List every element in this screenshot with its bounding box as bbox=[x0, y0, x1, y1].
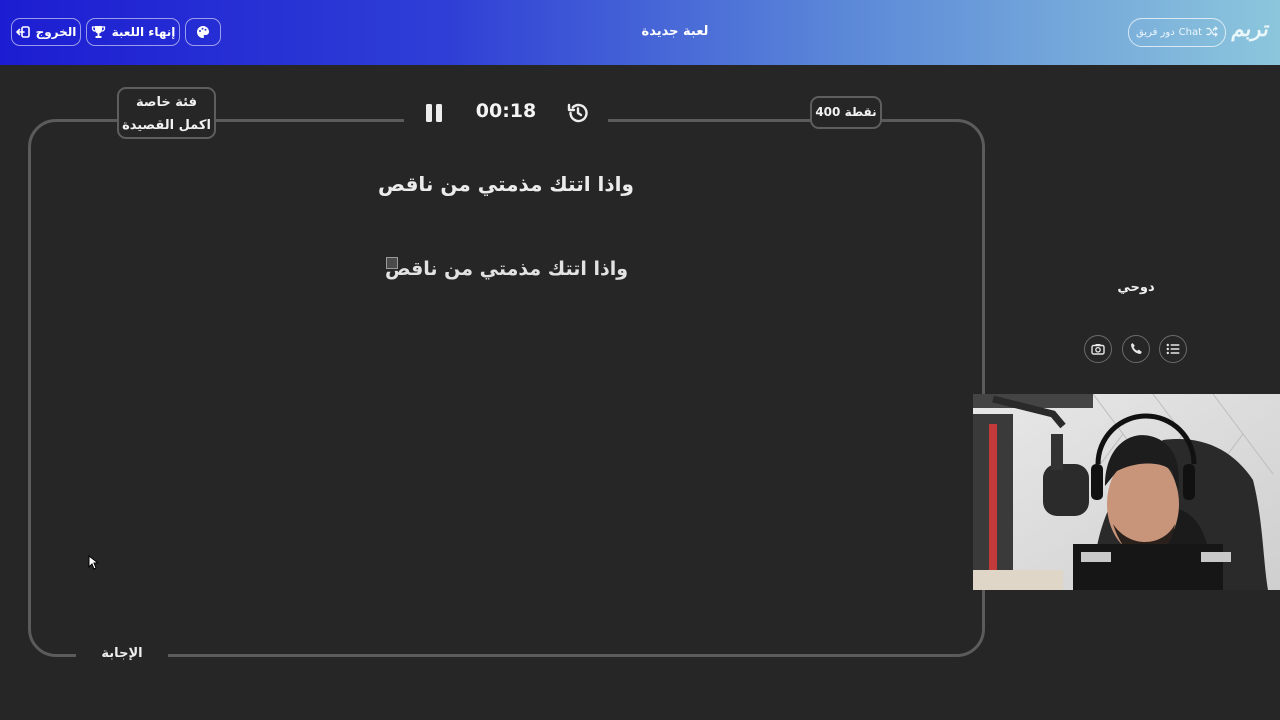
top-bar: الخروج إنهاء اللعبة لعبة جديدة دور فريق … bbox=[0, 0, 1280, 65]
end-game-label: إنهاء اللعبة bbox=[111, 25, 176, 39]
broken-image-icon bbox=[386, 257, 398, 269]
question-image: واذا اتتك مذمتي من ناقص bbox=[384, 254, 629, 284]
camera-switch-button[interactable] bbox=[1084, 335, 1112, 363]
end-game-button[interactable]: إنهاء اللعبة bbox=[86, 18, 180, 46]
category-badge: فئة خاصة اكمل القصيدة bbox=[117, 87, 216, 139]
list-icon bbox=[1166, 340, 1180, 359]
question-board bbox=[28, 119, 985, 657]
app-logo: تربم bbox=[1230, 16, 1272, 41]
exit-label: الخروج bbox=[35, 25, 77, 39]
timer: 00:18 bbox=[475, 100, 537, 122]
question-text: واذا اتتك مذمتي من ناقص bbox=[378, 172, 634, 196]
team-turn-button[interactable]: دور فريق Chat bbox=[1128, 18, 1226, 47]
category-name: اكمل القصيدة bbox=[122, 118, 211, 133]
call-button[interactable] bbox=[1122, 335, 1150, 363]
answer-button[interactable]: الإجابة bbox=[78, 646, 166, 661]
shuffle-icon bbox=[1206, 25, 1218, 40]
phone-icon bbox=[1130, 340, 1143, 359]
list-button[interactable] bbox=[1159, 335, 1187, 363]
webcam-video bbox=[973, 394, 1280, 590]
exit-button[interactable]: الخروج bbox=[11, 18, 81, 46]
pause-icon bbox=[424, 104, 444, 127]
team-name: Chat bbox=[1178, 27, 1203, 38]
category-type: فئة خاصة bbox=[136, 95, 197, 110]
mouse-cursor bbox=[88, 554, 100, 574]
team-turn-label: دور فريق bbox=[1135, 27, 1175, 38]
pause-button[interactable] bbox=[424, 103, 444, 127]
history-icon bbox=[566, 103, 590, 129]
page-title: لعبة جديدة bbox=[641, 24, 709, 39]
palette-icon bbox=[196, 25, 210, 39]
player-name: دوحي bbox=[1117, 280, 1155, 295]
question-image-alt: واذا اتتك مذمتي من ناقص bbox=[384, 258, 629, 280]
reset-timer-button[interactable] bbox=[566, 101, 590, 129]
trophy-icon bbox=[91, 25, 106, 39]
camera-switch-icon bbox=[1091, 340, 1105, 359]
palette-button[interactable] bbox=[185, 18, 221, 46]
exit-icon bbox=[15, 26, 30, 38]
points-badge: 400 نقطة bbox=[810, 96, 882, 129]
